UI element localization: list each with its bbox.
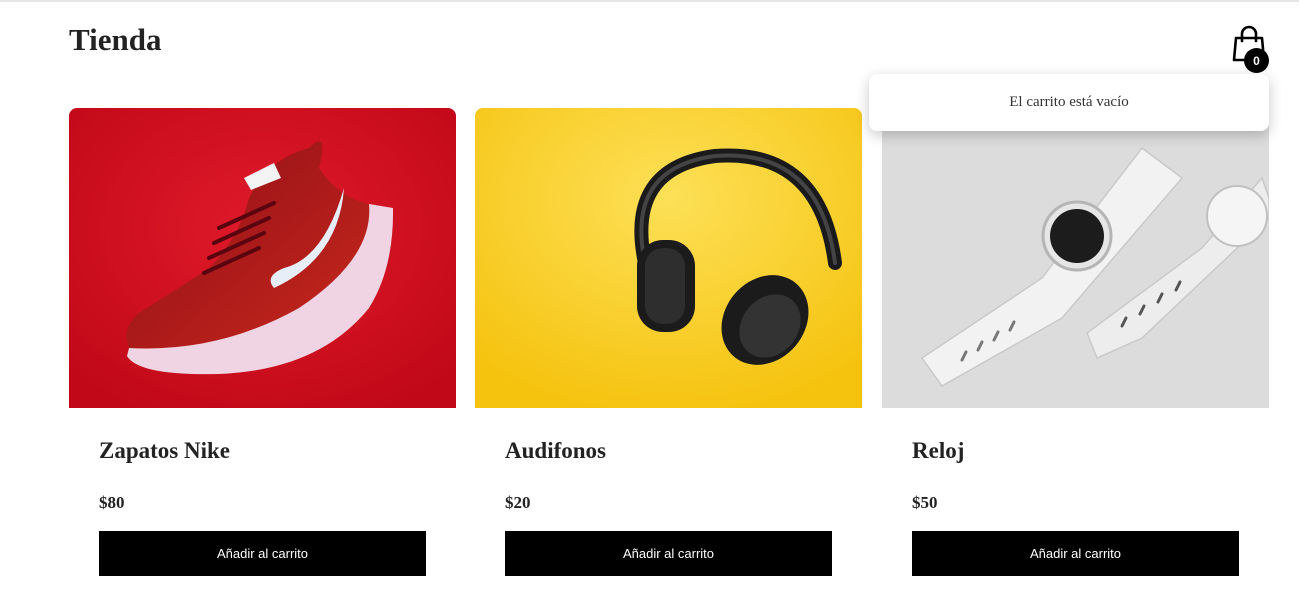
cart-empty-message: El carrito está vacío bbox=[1009, 94, 1129, 110]
product-name: Zapatos Nike bbox=[99, 438, 230, 463]
add-to-cart-button[interactable]: Añadir al carrito bbox=[505, 531, 832, 576]
red-sneaker-icon bbox=[69, 108, 456, 408]
top-divider bbox=[0, 0, 1299, 2]
product-image bbox=[475, 108, 862, 408]
add-to-cart-button[interactable]: Añadir al carrito bbox=[912, 531, 1239, 576]
product-price: $50 bbox=[912, 493, 938, 512]
product-price: $20 bbox=[505, 493, 531, 512]
cart-count-badge: 0 bbox=[1244, 48, 1269, 73]
product-image bbox=[882, 108, 1269, 408]
black-headphones-icon bbox=[475, 108, 862, 408]
cart-popup: El carrito está vacío bbox=[869, 74, 1269, 131]
product-card: Reloj $50 Añadir al carrito bbox=[882, 108, 1269, 578]
product-card: Audifonos $20 Añadir al carrito bbox=[475, 108, 862, 578]
product-card: Zapatos Nike $80 Añadir al carrito bbox=[69, 108, 456, 578]
product-name: Audifonos bbox=[505, 438, 606, 463]
product-price: $80 bbox=[99, 493, 125, 512]
product-name: Reloj bbox=[912, 438, 965, 463]
cart-button[interactable]: 0 bbox=[1230, 24, 1272, 74]
add-to-cart-button[interactable]: Añadir al carrito bbox=[99, 531, 426, 576]
page-title: Tienda bbox=[69, 22, 162, 57]
white-smartwatch-icon bbox=[882, 108, 1269, 408]
product-image bbox=[69, 108, 456, 408]
